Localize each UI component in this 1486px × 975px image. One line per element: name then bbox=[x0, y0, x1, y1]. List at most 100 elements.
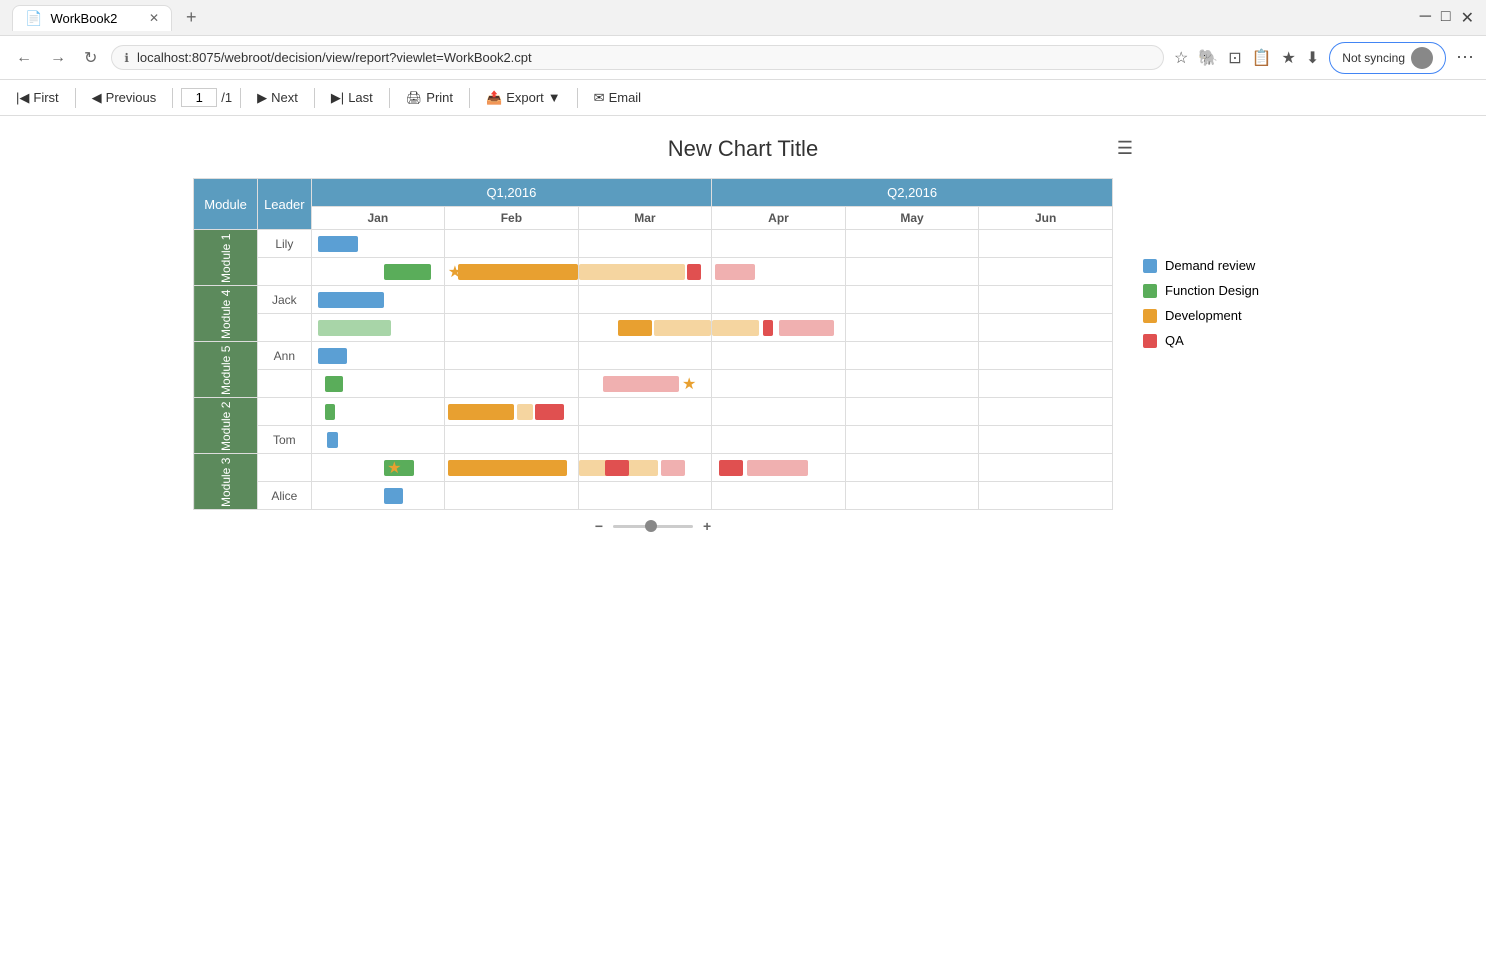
gantt-cell bbox=[979, 314, 1113, 342]
zoom-in-button[interactable]: + bbox=[703, 518, 711, 534]
browser-actions: ☆ 🐘 ⊡ 📋 ★ ⬇ Not syncing ⋯ bbox=[1174, 42, 1474, 74]
refresh-button[interactable]: ↻ bbox=[80, 44, 101, 72]
email-label: Email bbox=[609, 90, 642, 105]
gantt-cell bbox=[845, 370, 979, 398]
last-button[interactable]: ▶| Last bbox=[323, 88, 381, 108]
table-row: Module 5 Ann bbox=[194, 342, 1113, 370]
module-header: Module bbox=[194, 179, 258, 230]
page-total: /1 bbox=[221, 90, 232, 105]
quarter-header-row: Module Leader Q1,2016 Q2,2016 bbox=[194, 179, 1113, 207]
gantt-cell bbox=[712, 482, 846, 510]
zoom-thumb[interactable] bbox=[645, 520, 657, 532]
download-icon[interactable]: ⬇ bbox=[1306, 48, 1319, 68]
browser-tab[interactable]: 📄 WorkBook2 ✕ bbox=[12, 5, 172, 31]
gantt-cell bbox=[578, 286, 712, 314]
gantt-cell: ★ bbox=[311, 454, 445, 482]
maximize-button[interactable]: □ bbox=[1441, 8, 1451, 28]
bar-demand-review bbox=[318, 292, 384, 308]
gantt-cell bbox=[311, 370, 445, 398]
chart-container: Module Leader Q1,2016 Q2,2016 Jan Feb Ma… bbox=[193, 178, 1293, 542]
bar-development bbox=[458, 264, 577, 280]
legend-label-demand-review: Demand review bbox=[1165, 258, 1255, 273]
email-button[interactable]: ✉ Email bbox=[586, 88, 649, 108]
bar-qa-pink bbox=[603, 376, 680, 392]
first-icon: |◀ bbox=[16, 90, 29, 106]
main-content: New Chart Title ☰ Module Leader Q1,2016 … bbox=[0, 116, 1486, 971]
gantt-cell bbox=[712, 286, 846, 314]
bar-qa bbox=[687, 264, 700, 280]
leader-empty bbox=[258, 454, 311, 482]
legend-label-qa: QA bbox=[1165, 333, 1184, 348]
q1-header: Q1,2016 bbox=[311, 179, 712, 207]
browser-addressbar: ← → ↻ ℹ localhost:8075/webroot/decision/… bbox=[0, 36, 1486, 80]
close-button[interactable]: ✕ bbox=[1461, 8, 1474, 28]
bar-demand-review bbox=[318, 348, 347, 364]
month-header-row: Jan Feb Mar Apr May Jun bbox=[194, 207, 1113, 230]
address-bar[interactable]: ℹ localhost:8075/webroot/decision/view/r… bbox=[111, 45, 1164, 70]
export-button[interactable]: 📤 Export ▼ bbox=[478, 88, 569, 108]
legend-development: Development bbox=[1143, 308, 1293, 323]
gantt-cell bbox=[845, 342, 979, 370]
sep4 bbox=[314, 88, 315, 108]
gantt-cell bbox=[578, 454, 712, 482]
print-button[interactable]: 🖨 Print bbox=[398, 88, 461, 108]
gantt-cell bbox=[845, 398, 979, 426]
minimize-button[interactable]: ─ bbox=[1420, 8, 1431, 28]
new-tab-button[interactable]: + bbox=[180, 7, 203, 28]
tab-close-button[interactable]: ✕ bbox=[149, 11, 159, 25]
not-syncing-button[interactable]: Not syncing bbox=[1329, 42, 1446, 74]
forward-button[interactable]: → bbox=[46, 45, 70, 71]
bar-qa bbox=[605, 460, 629, 476]
gantt-cell bbox=[311, 426, 445, 454]
browser-ext-icon[interactable]: ⊡ bbox=[1228, 48, 1241, 68]
previous-button[interactable]: ◀ Previous bbox=[84, 88, 165, 108]
evernote-icon[interactable]: 🐘 bbox=[1198, 48, 1218, 68]
gantt-cell bbox=[845, 314, 979, 342]
first-label: First bbox=[33, 90, 58, 105]
sep1 bbox=[75, 88, 76, 108]
gantt-cell: ★ bbox=[445, 258, 579, 286]
gantt-cell bbox=[845, 258, 979, 286]
gantt-cell bbox=[445, 314, 579, 342]
chart-wrapper: New Chart Title ☰ Module Leader Q1,2016 … bbox=[193, 136, 1293, 542]
leader-empty bbox=[258, 314, 311, 342]
gantt-cell bbox=[979, 454, 1113, 482]
bar-qa bbox=[763, 320, 774, 336]
page-number-input[interactable] bbox=[181, 88, 217, 107]
back-button[interactable]: ← bbox=[12, 45, 36, 71]
table-row: ★ bbox=[194, 370, 1113, 398]
more-options-button[interactable]: ⋯ bbox=[1456, 47, 1474, 68]
chart-menu-icon[interactable]: ☰ bbox=[1117, 138, 1133, 159]
bar-qa-pink bbox=[661, 460, 685, 476]
bar-function-design bbox=[325, 376, 344, 392]
bookmark-star-icon[interactable]: ☆ bbox=[1174, 48, 1188, 68]
gantt-cell bbox=[311, 286, 445, 314]
window-controls: ─ □ ✕ bbox=[1420, 8, 1474, 28]
clipboard-icon[interactable]: 📋 bbox=[1252, 48, 1272, 68]
gantt-cell bbox=[979, 482, 1113, 510]
next-icon: ▶ bbox=[257, 90, 267, 106]
leader-empty bbox=[258, 370, 311, 398]
gantt-cell bbox=[845, 286, 979, 314]
module-1-label: Module 1 bbox=[194, 230, 258, 286]
legend-color-qa bbox=[1143, 334, 1157, 348]
gantt-cell bbox=[311, 314, 445, 342]
next-button[interactable]: ▶ Next bbox=[249, 88, 306, 108]
gantt-cell bbox=[712, 370, 846, 398]
legend-color-development bbox=[1143, 309, 1157, 323]
zoom-track[interactable] bbox=[613, 525, 693, 528]
first-button[interactable]: |◀ First bbox=[8, 88, 67, 108]
gantt-cell bbox=[311, 398, 445, 426]
chart-body: Module Leader Q1,2016 Q2,2016 Jan Feb Ma… bbox=[193, 178, 1113, 542]
module-3-label: Module 3 bbox=[194, 454, 258, 510]
bar-qa-pink bbox=[779, 320, 835, 336]
legend-label-development: Development bbox=[1165, 308, 1242, 323]
zoom-out-button[interactable]: − bbox=[595, 518, 603, 534]
gantt-cell bbox=[311, 482, 445, 510]
gantt-cell bbox=[845, 426, 979, 454]
gantt-cell bbox=[979, 286, 1113, 314]
bar-function-design bbox=[384, 264, 430, 280]
bar-qa bbox=[535, 404, 564, 420]
bookmarks-icon[interactable]: ★ bbox=[1282, 48, 1296, 68]
gantt-cell bbox=[845, 454, 979, 482]
